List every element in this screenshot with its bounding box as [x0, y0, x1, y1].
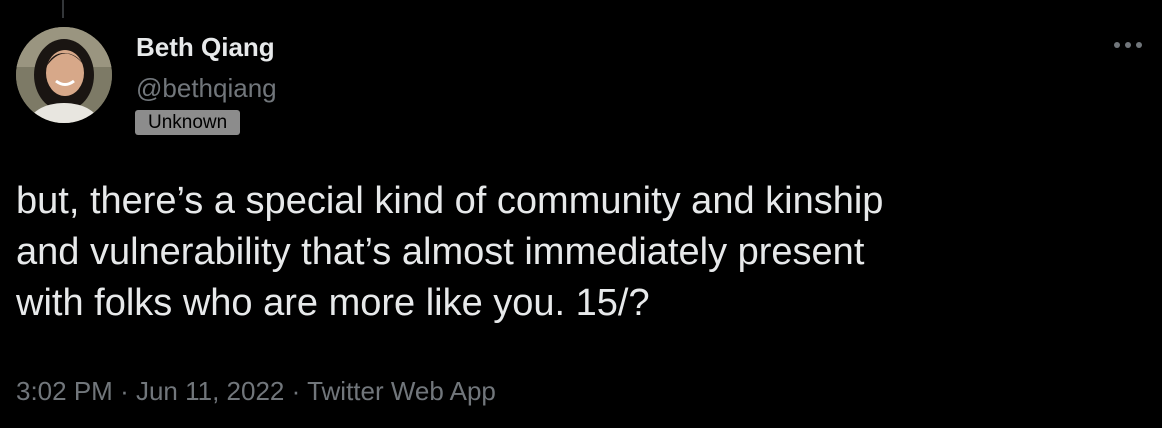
tweet-text-line: and vulnerability that’s almost immediat…: [16, 231, 865, 273]
avatar[interactable]: [16, 27, 112, 123]
avatar-photo: [16, 27, 112, 123]
tweet-text-line: with folks who are more like you. 15/?: [16, 282, 650, 324]
meta-separator: ·: [120, 376, 129, 406]
status-badge: Unknown: [135, 110, 241, 135]
tweet-text: but, there’s a special kind of community…: [16, 176, 1136, 329]
tweet-time[interactable]: 3:02 PM: [16, 376, 113, 406]
tweet-date[interactable]: Jun 11, 2022: [136, 376, 284, 406]
meta-separator: ·: [291, 376, 301, 406]
tweet-text-line: but, there’s a special kind of community…: [16, 180, 884, 222]
author-display-name[interactable]: Beth Qiang: [136, 31, 275, 63]
author-handle[interactable]: @bethqiang: [136, 72, 277, 104]
thread-connector-line: [62, 0, 64, 18]
tweet-meta: 3:02 PM · Jun 11, 2022 · Twitter Web App: [16, 374, 496, 408]
tweet-source[interactable]: Twitter Web App: [307, 376, 496, 406]
more-horizontal-icon: [1114, 42, 1142, 48]
more-options-button[interactable]: [1108, 30, 1148, 60]
